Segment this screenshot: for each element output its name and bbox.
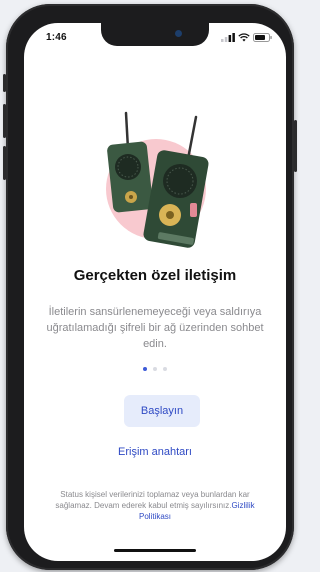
access-key-link[interactable]: Erişim anahtarı xyxy=(24,446,286,458)
status-time: 1:46 xyxy=(46,32,67,43)
pagination-dot-1[interactable] xyxy=(143,367,147,371)
walkie-talkie-front xyxy=(143,115,209,248)
power-button xyxy=(294,120,297,172)
walkie-talkie-illustration xyxy=(106,111,209,248)
volume-up-button xyxy=(3,104,6,138)
camera-icon xyxy=(175,30,182,37)
battery-icon xyxy=(253,32,272,42)
walkie-talkie-back xyxy=(107,111,153,213)
onboarding-title: Gerçekten özel iletişim xyxy=(73,267,237,284)
volume-down-button xyxy=(3,146,6,180)
signal-icon xyxy=(221,32,235,42)
footer-text: Status kişisel verilerinizi toplamaz vey… xyxy=(55,490,250,510)
mute-switch xyxy=(3,74,6,92)
onboarding-description: İletilerin sansürlenemeyeceği veya saldı… xyxy=(46,306,264,350)
wifi-icon xyxy=(238,32,250,41)
pagination-dot-3[interactable] xyxy=(163,367,167,371)
phone-frame: 1:46 Gerçekten özel iletişim İletilerin … xyxy=(3,4,297,570)
screen: 1:46 Gerçekten özel iletişim İletilerin … xyxy=(24,23,286,561)
privacy-footer: Status kişisel verilerinizi toplamaz vey… xyxy=(44,489,266,522)
notch xyxy=(101,23,209,46)
pagination-dot-2[interactable] xyxy=(153,367,157,371)
pagination-dots xyxy=(24,367,286,371)
start-button[interactable]: Başlayın xyxy=(124,395,200,427)
status-icons xyxy=(221,32,272,42)
home-indicator[interactable] xyxy=(114,549,196,552)
